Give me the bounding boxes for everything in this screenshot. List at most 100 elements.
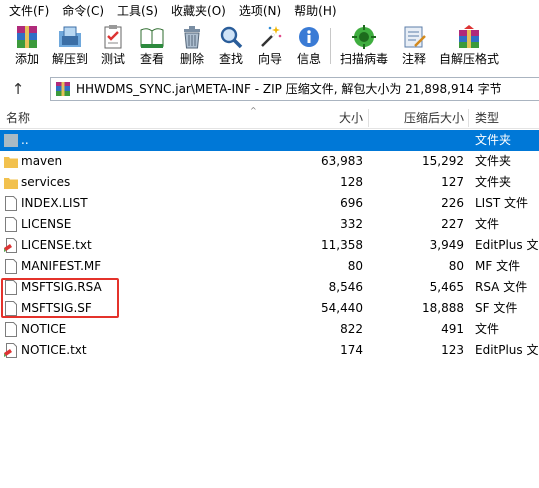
test-button[interactable]: 测试	[97, 24, 129, 68]
sfx-archive-icon	[459, 25, 479, 48]
file-icon	[5, 196, 17, 211]
file-size: 128	[340, 175, 363, 189]
info-button[interactable]: 信息	[293, 24, 325, 68]
column-header-name[interactable]: 名称	[6, 107, 30, 129]
file-name: INDEX.LIST	[21, 196, 88, 210]
file-type: RSA 文件	[475, 280, 528, 294]
file-packed-size: 18,888	[422, 301, 464, 315]
file-packed-size: 127	[441, 175, 464, 189]
highlight-annotation-box	[1, 278, 119, 318]
file-size: 63,983	[321, 154, 363, 168]
menu-favorites[interactable]: 收藏夹(O)	[166, 0, 231, 22]
menu-help[interactable]: 帮助(H)	[289, 0, 341, 22]
sfx-label: 自解压格式	[438, 52, 499, 66]
sfx-button[interactable]: 自解压格式	[436, 24, 502, 68]
table-row[interactable]: LICENSE 332 227 文件	[0, 214, 539, 235]
file-list-header: 名称 ^ 大小 压缩后大小 类型	[0, 106, 539, 129]
file-size: 696	[340, 196, 363, 210]
sort-indicator-icon: ^	[250, 106, 257, 115]
file-type: 文件	[475, 217, 500, 231]
magic-wand-icon	[261, 26, 282, 47]
view-button[interactable]: 查看	[136, 24, 168, 68]
menu-options[interactable]: 选项(N)	[234, 0, 286, 22]
file-type: EditPlus 文	[475, 238, 539, 252]
table-row[interactable]: MANIFEST.MF 80 80 MF 文件	[0, 256, 539, 277]
add-archive-icon	[17, 26, 37, 48]
wizard-label: 向导	[257, 52, 282, 66]
info-label: 信息	[296, 52, 321, 66]
table-row[interactable]: INDEX.LIST 696 226 LIST 文件	[0, 193, 539, 214]
archive-icon	[56, 82, 70, 96]
virus-scan-icon	[352, 25, 376, 49]
editplus-file-icon	[4, 238, 17, 253]
file-packed-size: 227	[441, 217, 464, 231]
file-type: 文件夹	[475, 154, 512, 168]
toolbar-separator	[330, 28, 331, 64]
file-type: LIST 文件	[475, 196, 528, 210]
file-name: LICENSE.txt	[21, 238, 92, 252]
table-row[interactable]: NOTICE.txt 174 123 EditPlus 文	[0, 340, 539, 361]
file-type: 文件夹	[475, 175, 512, 189]
file-size: 80	[347, 259, 363, 273]
file-icon	[5, 322, 17, 337]
file-packed-size: 15,292	[422, 154, 464, 168]
menu-tools[interactable]: 工具(S)	[112, 0, 163, 22]
address-path-text: HHWDMS_SYNC.jar\META-INF - ZIP 压缩文件, 解包大…	[76, 82, 502, 96]
file-name: maven	[21, 154, 63, 168]
column-divider[interactable]	[368, 109, 369, 127]
info-icon	[299, 27, 319, 47]
column-header-size[interactable]: 大小	[285, 107, 363, 129]
view-book-icon	[140, 28, 164, 49]
parent-folder-icon	[4, 134, 18, 147]
menu-command[interactable]: 命令(C)	[57, 0, 109, 22]
file-name: LICENSE	[21, 217, 72, 231]
find-button[interactable]: 查找	[215, 24, 247, 68]
wizard-button[interactable]: 向导	[254, 24, 286, 68]
extract-to-button[interactable]: 解压到	[50, 24, 90, 68]
file-type: EditPlus 文	[475, 343, 539, 357]
file-packed-size: 226	[441, 196, 464, 210]
column-header-type[interactable]: 类型	[475, 107, 499, 129]
column-divider[interactable]	[468, 109, 469, 127]
file-packed-size: 80	[448, 259, 464, 273]
file-size: 174	[340, 343, 363, 357]
toolbar: 添加 解压到 测试 查看 删除 查找 向导 信息 扫描病毒 注释 自解压格式	[0, 22, 539, 70]
table-row[interactable]: services 128 127 文件夹	[0, 172, 539, 193]
extract-folder-icon	[59, 26, 81, 47]
file-packed-size: 123	[441, 343, 464, 357]
file-name: NOTICE	[21, 322, 67, 336]
column-header-packed[interactable]: 压缩后大小	[370, 107, 464, 129]
file-size: 54,440	[321, 301, 363, 315]
virus-scan-label: 扫描病毒	[339, 52, 388, 66]
comment-note-icon	[404, 26, 426, 48]
file-type: 文件	[475, 322, 500, 336]
table-row[interactable]: maven 63,983 15,292 文件夹	[0, 151, 539, 172]
table-row[interactable]: LICENSE.txt 11,358 3,949 EditPlus 文	[0, 235, 539, 256]
menu-bar: 文件(F) 命令(C) 工具(S) 收藏夹(O) 选项(N) 帮助(H)	[0, 0, 539, 22]
file-name: ..	[21, 133, 29, 147]
file-name: NOTICE.txt	[21, 343, 87, 357]
virus-scan-button[interactable]: 扫描病毒	[338, 24, 390, 68]
table-row[interactable]: .. 文件夹	[0, 130, 539, 151]
folder-icon	[4, 178, 18, 189]
file-size: 8,546	[328, 280, 363, 294]
file-type: 文件夹	[475, 133, 512, 147]
delete-button[interactable]: 删除	[176, 24, 208, 68]
magnifier-icon	[220, 26, 243, 49]
file-packed-size: 491	[441, 322, 464, 336]
address-path-field[interactable]: HHWDMS_SYNC.jar\META-INF - ZIP 压缩文件, 解包大…	[50, 77, 539, 101]
find-label: 查找	[218, 52, 243, 66]
file-size: 11,358	[321, 238, 363, 252]
up-arrow-icon[interactable]: ↑	[6, 78, 30, 100]
table-row[interactable]: NOTICE 822 491 文件	[0, 319, 539, 340]
file-name: MANIFEST.MF	[21, 259, 102, 273]
file-icon	[5, 259, 17, 274]
view-label: 查看	[139, 52, 164, 66]
extract-to-label: 解压到	[51, 52, 88, 66]
add-button[interactable]: 添加	[10, 24, 44, 68]
file-icon	[5, 217, 17, 232]
trash-icon	[184, 26, 200, 49]
comment-button[interactable]: 注释	[398, 24, 430, 68]
menu-file[interactable]: 文件(F)	[4, 0, 54, 22]
delete-label: 删除	[179, 52, 204, 66]
